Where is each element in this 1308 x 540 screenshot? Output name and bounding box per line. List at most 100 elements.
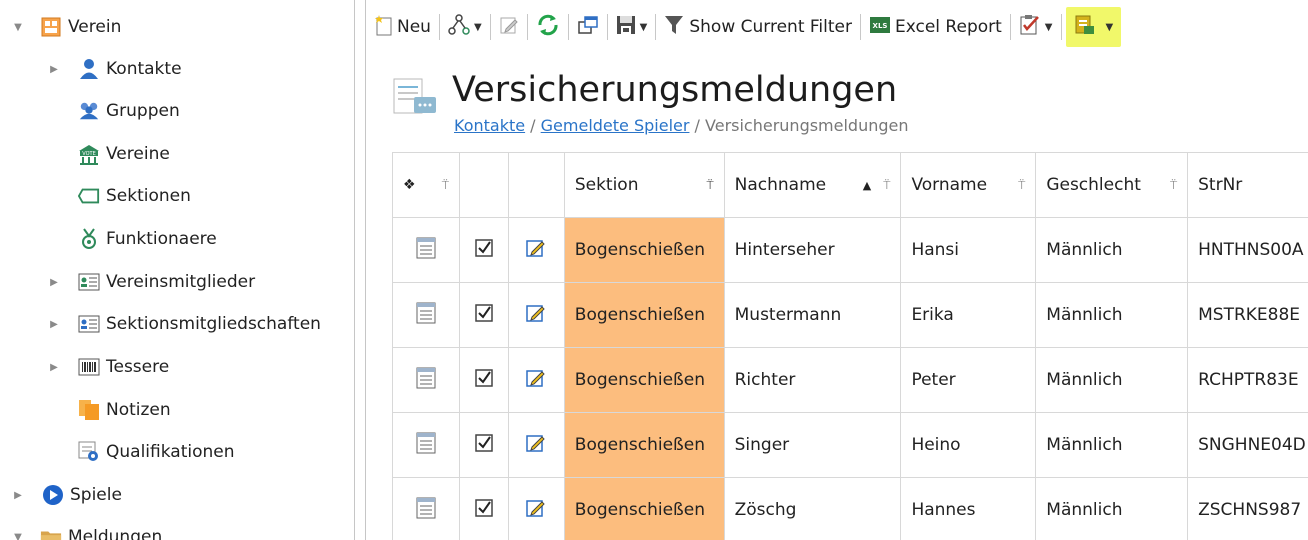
column-header-geschlecht[interactable]: Geschlecht ⍡ bbox=[1036, 153, 1189, 218]
filter-icon[interactable]: ⍡ bbox=[883, 178, 890, 193]
cell-sektion[interactable]: Bogenschießen bbox=[564, 218, 725, 283]
cell-strnr[interactable]: ZSCHNS987 bbox=[1188, 478, 1308, 540]
table-row[interactable]: Bogenschießen Hinterseher Hansi Männlich… bbox=[393, 218, 1308, 283]
filter-icon[interactable]: ⍡ bbox=[442, 178, 449, 193]
row-checkbox[interactable] bbox=[459, 348, 509, 413]
cell-sektion[interactable]: Bogenschießen bbox=[564, 283, 725, 348]
sidebar-item-gruppen[interactable]: Gruppen bbox=[78, 96, 180, 126]
collapsed-arrow-icon[interactable]: ▶ bbox=[48, 276, 60, 288]
row-detail-button[interactable] bbox=[393, 478, 460, 540]
sidebar-item-spiele[interactable]: ▶ Spiele bbox=[12, 480, 122, 510]
splitter[interactable] bbox=[355, 0, 365, 540]
new-icon bbox=[374, 14, 394, 41]
cell-strnr[interactable]: RCHPTR83E bbox=[1188, 348, 1308, 413]
row-edit-button[interactable] bbox=[508, 348, 565, 413]
cell-nachname[interactable]: Hinterseher bbox=[724, 218, 902, 283]
cell-sektion[interactable]: Bogenschießen bbox=[564, 478, 725, 540]
cell-text: Männlich bbox=[1046, 305, 1123, 325]
cell-strnr[interactable]: SNGHNE04D bbox=[1188, 413, 1308, 478]
cell-vorname[interactable]: Hannes bbox=[901, 478, 1037, 540]
cell-geschlecht[interactable]: Männlich bbox=[1036, 283, 1189, 348]
cell-nachname[interactable]: Singer bbox=[724, 413, 902, 478]
cell-vorname[interactable]: Hansi bbox=[901, 218, 1037, 283]
workflow-dropdown-button[interactable]: ▼ bbox=[444, 7, 486, 47]
person-icon bbox=[78, 58, 100, 80]
sidebar-item-meldungen[interactable]: ▼ Meldungen bbox=[12, 522, 162, 540]
edit-button[interactable] bbox=[495, 7, 523, 47]
column-header-sektion[interactable]: Sektion ⍡ bbox=[564, 153, 725, 218]
sidebar-item-qualifikationen[interactable]: Qualifikationen bbox=[78, 437, 235, 467]
row-edit-button[interactable] bbox=[509, 478, 565, 540]
export-dropdown-button[interactable]: ▼ bbox=[1065, 7, 1122, 47]
filter-icon[interactable]: ⍡ bbox=[1170, 178, 1177, 193]
checklist-dropdown-button[interactable]: ▼ bbox=[1015, 7, 1057, 47]
new-button[interactable]: Neu bbox=[366, 7, 435, 47]
sidebar-item-sektionsmitgliedschaften[interactable]: ▶ Sektionsmitgliedschaften bbox=[48, 309, 321, 339]
show-current-filter-button[interactable]: Show Current Filter bbox=[660, 7, 856, 47]
cell-vorname[interactable]: Heino bbox=[901, 413, 1037, 478]
cell-geschlecht[interactable]: Männlich bbox=[1036, 413, 1189, 478]
table-row[interactable]: Bogenschießen Mustermann Erika Männlich … bbox=[393, 283, 1308, 348]
cell-text: MSTRKE88E bbox=[1198, 305, 1301, 325]
filter-icon[interactable]: ⍡ bbox=[1018, 178, 1025, 193]
column-header-nachname[interactable]: Nachname ▲ ⍡ bbox=[724, 153, 902, 218]
toolbar-separator bbox=[860, 14, 861, 40]
sidebar-item-label: Sektionsmitgliedschaften bbox=[106, 314, 321, 334]
sidebar-item-notizen[interactable]: Notizen bbox=[78, 395, 171, 425]
filter-icon[interactable]: ⍡ bbox=[706, 178, 713, 193]
row-checkbox[interactable] bbox=[459, 283, 509, 348]
sidebar-item-kontakte[interactable]: ▶ Kontakte bbox=[48, 54, 182, 84]
row-checkbox[interactable] bbox=[459, 218, 509, 283]
cell-geschlecht[interactable]: Männlich bbox=[1036, 218, 1189, 283]
cell-sektion[interactable]: Bogenschießen bbox=[564, 348, 725, 413]
breadcrumb-link-kontakte[interactable]: Kontakte bbox=[454, 116, 525, 135]
cell-geschlecht[interactable]: Männlich bbox=[1036, 478, 1189, 540]
collapsed-arrow-icon[interactable]: ▶ bbox=[48, 318, 60, 330]
table-row[interactable]: Bogenschießen Singer Heino Männlich SNGH… bbox=[393, 413, 1308, 478]
row-checkbox[interactable] bbox=[459, 413, 509, 478]
collapsed-arrow-icon[interactable]: ▶ bbox=[48, 63, 60, 75]
save-dropdown-button[interactable]: ▼ bbox=[612, 7, 652, 47]
sidebar-item-funktionaere[interactable]: Funktionaere bbox=[78, 224, 217, 254]
sidebar-item-sektionen[interactable]: Sektionen bbox=[78, 181, 191, 211]
column-chooser-header[interactable]: ❖ ⍡ bbox=[393, 153, 460, 218]
table-row[interactable]: Bogenschießen Richter Peter Männlich RCH… bbox=[393, 348, 1308, 413]
cell-strnr[interactable]: HNTHNS00A bbox=[1188, 218, 1308, 283]
row-edit-button[interactable] bbox=[508, 218, 565, 283]
expanded-arrow-icon[interactable]: ▼ bbox=[12, 21, 24, 33]
play-icon bbox=[42, 484, 64, 506]
expanded-arrow-icon[interactable]: ▼ bbox=[12, 531, 24, 540]
row-detail-button[interactable] bbox=[393, 283, 460, 348]
breadcrumb-link-gemeldete-spieler[interactable]: Gemeldete Spieler bbox=[541, 116, 690, 135]
sidebar-item-verein[interactable]: ▼ Verein bbox=[12, 12, 121, 42]
row-edit-button[interactable] bbox=[508, 413, 565, 478]
sidebar-item-vereinsmitglieder[interactable]: ▶ Vereinsmitglieder bbox=[48, 267, 255, 297]
cell-text: Bogenschießen bbox=[574, 500, 705, 520]
cell-nachname[interactable]: Zöschg bbox=[725, 478, 902, 540]
refresh-button[interactable] bbox=[532, 7, 564, 47]
cell-vorname[interactable]: Peter bbox=[901, 348, 1037, 413]
row-detail-button[interactable] bbox=[393, 413, 460, 478]
new-window-button[interactable] bbox=[573, 7, 603, 47]
row-edit-button[interactable] bbox=[508, 283, 565, 348]
cell-sektion[interactable]: Bogenschießen bbox=[564, 413, 725, 478]
sort-ascending-icon[interactable]: ▲ bbox=[863, 179, 871, 192]
cell-vorname[interactable]: Erika bbox=[901, 283, 1037, 348]
sidebar-item-tessere[interactable]: ▶ Tessere bbox=[48, 352, 169, 382]
cell-strnr[interactable]: MSTRKE88E bbox=[1188, 283, 1308, 348]
cell-text: Singer bbox=[734, 435, 790, 455]
excel-report-button[interactable]: XLS Excel Report bbox=[865, 7, 1006, 47]
row-detail-button[interactable] bbox=[393, 348, 460, 413]
collapsed-arrow-icon[interactable]: ▶ bbox=[12, 489, 24, 501]
sidebar-item-vereine[interactable]: VOTE Vereine bbox=[78, 139, 170, 169]
cell-nachname[interactable]: Richter bbox=[724, 348, 902, 413]
column-header-strnr[interactable]: StrNr bbox=[1188, 153, 1308, 218]
table-row[interactable]: Bogenschießen Zöschg Hannes Männlich ZSC… bbox=[393, 478, 1308, 540]
row-checkbox[interactable] bbox=[460, 478, 509, 540]
detail-list-icon bbox=[416, 432, 436, 459]
cell-nachname[interactable]: Mustermann bbox=[724, 283, 902, 348]
cell-geschlecht[interactable]: Männlich bbox=[1036, 348, 1189, 413]
collapsed-arrow-icon[interactable]: ▶ bbox=[48, 361, 60, 373]
row-detail-button[interactable] bbox=[393, 218, 460, 283]
column-header-vorname[interactable]: Vorname ⍡ bbox=[901, 153, 1037, 218]
